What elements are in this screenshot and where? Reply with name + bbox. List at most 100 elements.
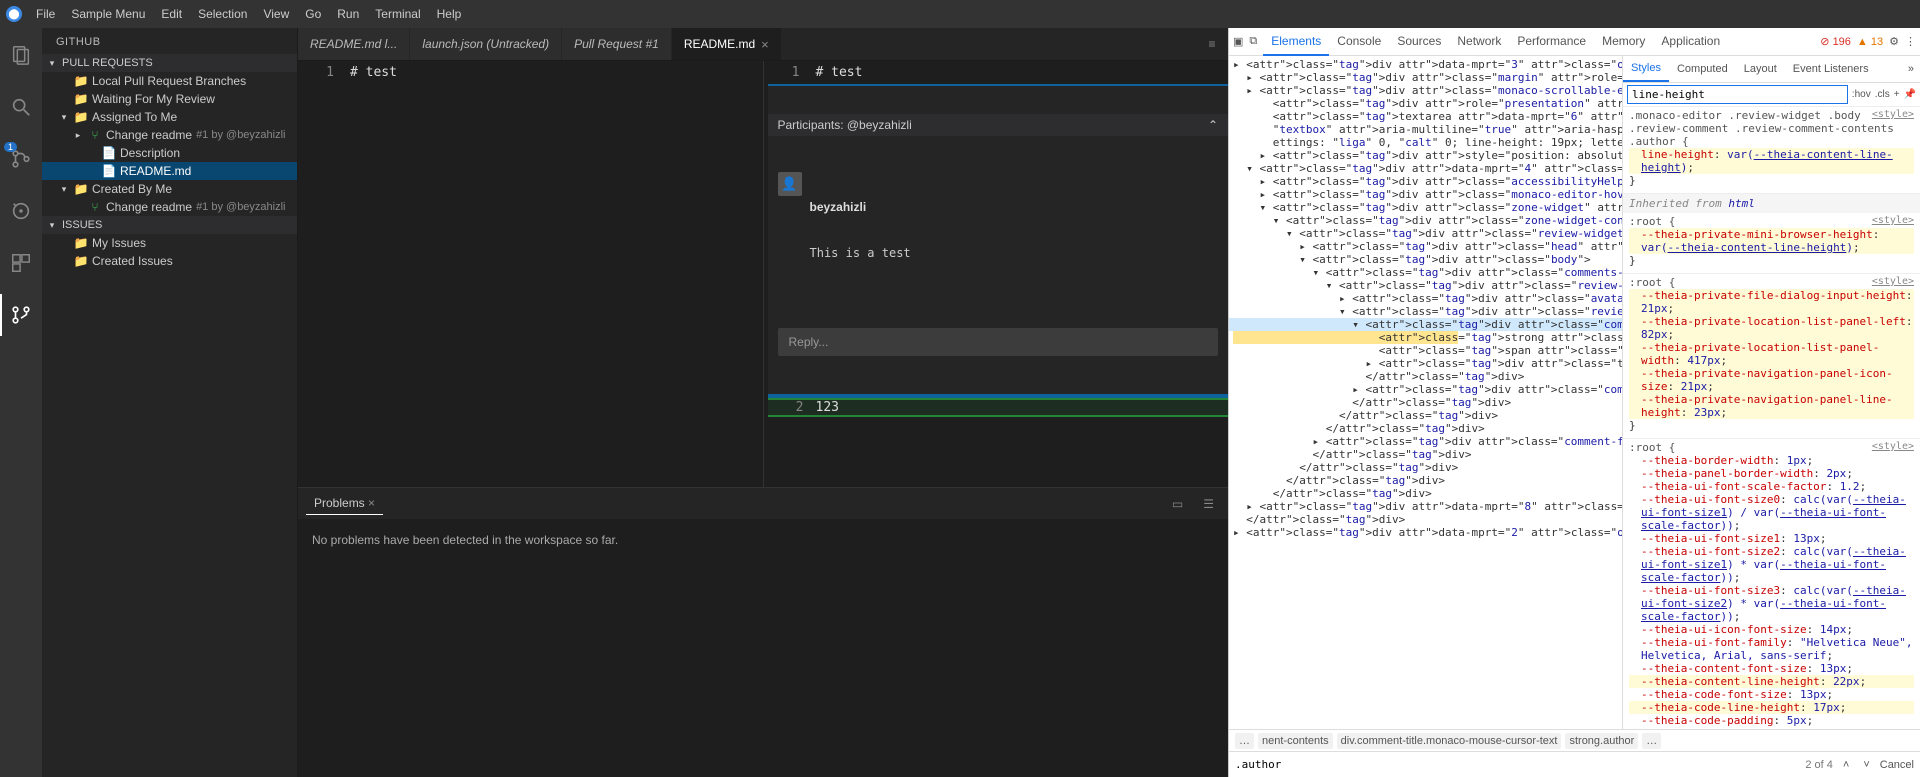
menu-file[interactable]: File — [28, 3, 63, 25]
menu-view[interactable]: View — [255, 3, 297, 25]
element-node[interactable]: </attr">class="tag">div> — [1229, 396, 1622, 409]
element-node[interactable]: <attr">class="tag">strong attr">class="a… — [1229, 331, 1622, 344]
element-node[interactable]: ▸ <attr">class="tag">div attr">data-mprt… — [1229, 526, 1622, 539]
element-node[interactable]: "textbox" attr">aria-multiline="true" at… — [1229, 123, 1622, 136]
element-node[interactable]: ▾ <attr">class="tag">div attr">class="re… — [1229, 305, 1622, 318]
collapse-icon[interactable]: ⌃ — [1208, 118, 1218, 132]
tab-launch-json-untracked-[interactable]: launch.json (Untracked) — [410, 28, 562, 60]
find-input[interactable] — [1235, 758, 1799, 771]
css-declaration[interactable]: --theia-ui-icon-font-size: 14px; — [1629, 623, 1914, 636]
css-declaration[interactable]: --theia-ui-font-size3: calc(var(--theia-… — [1629, 584, 1914, 623]
activity-debug[interactable] — [0, 190, 42, 232]
css-declaration[interactable]: --theia-ui-font-scale-factor: 1.2; — [1629, 480, 1914, 493]
devtools-tab-elements[interactable]: Elements — [1263, 28, 1329, 56]
sidebar-item-change-readme[interactable]: ▸⑂Change readme #1 by @beyzahizli — [42, 126, 297, 144]
css-declaration[interactable]: --theia-panel-border-width: 2px; — [1629, 467, 1914, 480]
element-node[interactable]: ▸ <attr">class="tag">div attr">class="av… — [1229, 292, 1622, 305]
settings-icon[interactable]: ⚙ — [1889, 35, 1899, 48]
element-node[interactable]: ▸ <attr">class="tag">div attr">class="ma… — [1229, 71, 1622, 84]
tab-pull-request-1[interactable]: Pull Request #1 — [562, 28, 672, 60]
sidebar-item-created-by-me[interactable]: ▾📁Created By Me — [42, 180, 297, 198]
element-node[interactable]: <attr">class="tag">div attr">role="prese… — [1229, 97, 1622, 110]
crumb[interactable]: div.comment-title.monaco-mouse-cursor-te… — [1337, 733, 1562, 749]
element-node[interactable]: ▸ <attr">class="tag">div attr">style="po… — [1229, 149, 1622, 162]
element-node[interactable]: ▾ <attr">class="tag">div attr">class="co… — [1229, 266, 1622, 279]
reply-input[interactable]: Reply... — [778, 328, 1219, 356]
styles-tab-styles[interactable]: Styles — [1623, 56, 1669, 82]
menu-edit[interactable]: Edit — [153, 3, 190, 25]
element-node[interactable]: ▸ <attr">class="tag">div attr">class="mo… — [1229, 84, 1622, 97]
rule-selector[interactable]: <style>:root { — [1629, 441, 1914, 454]
sidebar-item-readme.md[interactable]: ▸📄README.md — [42, 162, 297, 180]
css-declaration[interactable]: --theia-code-padding: 5px; — [1629, 714, 1914, 727]
css-declaration[interactable]: --theia-private-mini-browser-height: var… — [1629, 228, 1914, 254]
css-declaration[interactable]: --theia-private-location-list-panel-widt… — [1629, 341, 1914, 367]
element-node[interactable]: ▸ <attr">class="tag">div attr">class="ac… — [1229, 175, 1622, 188]
style-rule[interactable]: <style>:root {--theia-private-file-dialo… — [1623, 274, 1920, 439]
panel-more-icon[interactable]: ☰ — [1197, 497, 1220, 511]
css-declaration[interactable]: --theia-border-width: 1px; — [1629, 454, 1914, 467]
find-next-icon[interactable]: ˅ — [1859, 759, 1873, 771]
css-declaration[interactable]: --theia-ui-font-size2: calc(var(--theia-… — [1629, 545, 1914, 584]
element-node[interactable]: ▾ <attr">class="tag">div attr">data-mprt… — [1229, 162, 1622, 175]
element-node[interactable]: ▾ <attr">class="tag">div attr">class="bo… — [1229, 253, 1622, 266]
tab-readme-md-l-[interactable]: README.md l... — [298, 28, 410, 60]
css-declaration[interactable]: --theia-content-font-size: 13px; — [1629, 662, 1914, 675]
element-node[interactable]: ▾ <attr">class="tag">div attr">class="zo… — [1229, 214, 1622, 227]
crumb[interactable]: … — [1642, 733, 1661, 749]
element-node[interactable]: ▾ <attr">class="tag">div attr">class="zo… — [1229, 201, 1622, 214]
more-icon[interactable]: ⋮ — [1905, 35, 1916, 48]
css-declaration[interactable]: --theia-code-font-size: 13px; — [1629, 688, 1914, 701]
rule-selector[interactable]: <style>.monaco-editor .review-widget .bo… — [1629, 109, 1914, 148]
crumb[interactable]: nent-contents — [1258, 733, 1333, 749]
styles-tab-layout[interactable]: Layout — [1736, 57, 1785, 81]
element-node[interactable]: ettings: "liga" 0, "calt" 0; line-height… — [1229, 136, 1622, 149]
sidebar-item-change-readme[interactable]: ▸⑂Change readme #1 by @beyzahizli — [42, 198, 297, 216]
activity-search[interactable] — [0, 86, 42, 128]
css-declaration[interactable]: --theia-content-line-height: 22px; — [1629, 675, 1914, 688]
warning-count[interactable]: ▲ 13 — [1857, 36, 1883, 48]
css-declaration[interactable]: --theia-ui-font-size1: 13px; — [1629, 532, 1914, 545]
activity-scm[interactable]: 1 — [0, 138, 42, 180]
css-declaration[interactable]: --theia-private-location-list-panel-left… — [1629, 315, 1914, 341]
editor-right[interactable]: 1 # test Participants: @beyzahizli ⌃ 👤 — [763, 61, 1229, 487]
element-node[interactable]: ▸ <attr">class="tag">div attr">class="th… — [1229, 357, 1622, 370]
element-node[interactable]: </attr">class="tag">div> — [1229, 461, 1622, 474]
devtools-tab-performance[interactable]: Performance — [1509, 28, 1594, 56]
cls-toggle[interactable]: .cls — [1875, 89, 1890, 100]
devtools-tab-console[interactable]: Console — [1329, 28, 1389, 56]
sidebar-item-my-issues[interactable]: ▸📁My Issues — [42, 234, 297, 252]
element-node[interactable]: </attr">class="tag">div> — [1229, 409, 1622, 422]
activity-explorer[interactable] — [0, 34, 42, 76]
sidebar-item-created-issues[interactable]: ▸📁Created Issues — [42, 252, 297, 270]
element-node[interactable]: ▸ <attr">class="tag">div attr">data-mprt… — [1229, 500, 1622, 513]
style-rule[interactable]: <style>:root {--theia-private-mini-brows… — [1623, 213, 1920, 274]
element-node[interactable]: ▸ <attr">class="tag">div attr">class="mo… — [1229, 188, 1622, 201]
devtools-tab-network[interactable]: Network — [1449, 28, 1509, 56]
devtools-tab-sources[interactable]: Sources — [1389, 28, 1449, 56]
element-node[interactable]: </attr">class="tag">div> — [1229, 474, 1622, 487]
hov-toggle[interactable]: :hov — [1852, 89, 1871, 100]
element-node[interactable]: </attr">class="tag">div> — [1229, 448, 1622, 461]
css-declaration[interactable]: --theia-code-line-height: 17px; — [1629, 701, 1914, 714]
find-prev-icon[interactable]: ˄ — [1839, 759, 1853, 771]
tab-readme-md[interactable]: README.md× — [672, 28, 782, 60]
close-icon[interactable]: × — [761, 37, 769, 52]
tab-overflow-icon[interactable]: ≡ — [1196, 28, 1228, 60]
css-declaration[interactable]: --theia-ui-font-family: "Helvetica Neue"… — [1629, 636, 1914, 662]
element-node[interactable]: ▸ <attr">class="tag">div attr">data-mprt… — [1229, 58, 1622, 71]
element-node[interactable]: ▾ <attr">class="tag">div attr">class="co… — [1229, 318, 1622, 331]
crumb[interactable]: strong.author — [1565, 733, 1638, 749]
css-declaration[interactable]: --theia-private-file-dialog-input-height… — [1629, 289, 1914, 315]
activity-github[interactable] — [0, 294, 42, 336]
element-node[interactable]: ▾ <attr">class="tag">div attr">class="re… — [1229, 279, 1622, 292]
menu-selection[interactable]: Selection — [190, 3, 255, 25]
sidebar-item-assigned-to-me[interactable]: ▾📁Assigned To Me — [42, 108, 297, 126]
styles-tab-computed[interactable]: Computed — [1669, 57, 1736, 81]
section-issues[interactable]: ▾ISSUES — [42, 216, 297, 234]
devtools-tab-application[interactable]: Application — [1653, 28, 1728, 56]
section-pull-requests[interactable]: ▾PULL REQUESTS — [42, 54, 297, 72]
element-node[interactable]: </attr">class="tag">div> — [1229, 487, 1622, 500]
element-node[interactable]: ▾ <attr">class="tag">div attr">class="re… — [1229, 227, 1622, 240]
crumb[interactable]: … — [1235, 733, 1254, 749]
